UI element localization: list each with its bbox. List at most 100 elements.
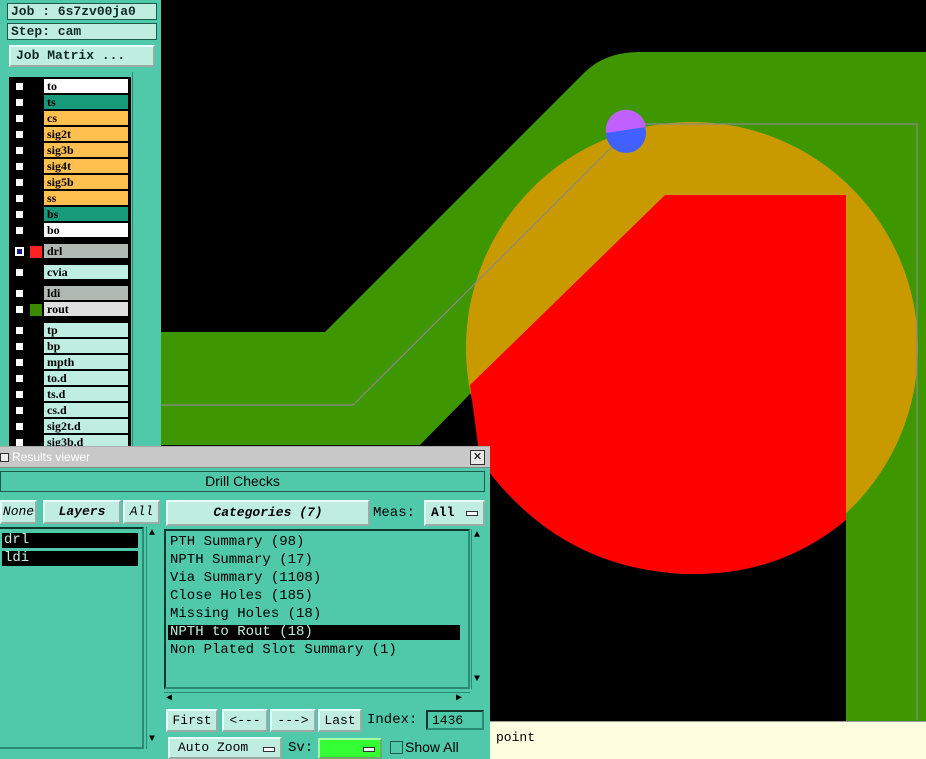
last-button[interactable]: Last	[318, 709, 362, 732]
layer-checkbox[interactable]	[15, 178, 24, 187]
layer-checkbox[interactable]	[15, 98, 24, 107]
layer-name[interactable]: drl	[44, 244, 128, 258]
layer-name[interactable]: mpth	[44, 355, 128, 369]
previous-button[interactable]: <---	[222, 709, 268, 732]
layer-name[interactable]: bo	[44, 223, 128, 237]
auto-zoom-dropdown[interactable]: Auto Zoom	[168, 737, 282, 759]
layer-checkbox[interactable]	[15, 114, 24, 123]
layer-name[interactable]: sig2t	[44, 127, 128, 141]
layer-checkbox[interactable]	[15, 422, 24, 431]
show-all-checkbox[interactable]	[390, 741, 403, 754]
category-item[interactable]: Via Summary (1108)	[168, 571, 321, 586]
categories-hscrollbar[interactable]: ◀ ▶	[164, 692, 470, 705]
close-icon[interactable]: ✕	[470, 450, 485, 465]
layer-checkbox[interactable]	[15, 194, 24, 203]
layer-name[interactable]: rout	[44, 302, 128, 316]
layer-list-scrollbar[interactable]	[132, 72, 158, 446]
list-item[interactable]: ldi	[2, 551, 138, 566]
layer-checkbox[interactable]	[15, 406, 24, 415]
layer-checkbox[interactable]	[15, 268, 24, 277]
layer-row-to[interactable]: to	[9, 79, 131, 94]
none-button[interactable]: None	[0, 500, 37, 524]
category-item[interactable]: Missing Holes (18)	[168, 607, 321, 622]
first-button[interactable]: First	[166, 709, 218, 732]
layer-row-cs[interactable]: cs	[9, 111, 131, 126]
scroll-left-icon[interactable]: ◀	[166, 694, 172, 704]
categories-vscrollbar[interactable]: ▲ ▼	[471, 529, 486, 689]
layer-row-ss[interactable]: ss	[9, 191, 131, 206]
layer-name[interactable]: bs	[44, 207, 128, 221]
layer-name[interactable]: sig3b	[44, 143, 128, 157]
layer-row-sig2t-d[interactable]: sig2t.d	[9, 419, 131, 434]
next-button[interactable]: --->	[270, 709, 316, 732]
layer-row-sig5b[interactable]: sig5b	[9, 175, 131, 190]
layer-row-bp[interactable]: bp	[9, 339, 131, 354]
meas-dropdown[interactable]: All	[424, 500, 485, 526]
category-item[interactable]: Non Plated Slot Summary (1)	[168, 643, 397, 658]
layer-checkbox[interactable]	[15, 305, 24, 314]
index-input[interactable]	[426, 710, 484, 730]
category-item[interactable]: Close Holes (185)	[168, 589, 313, 604]
layer-checkbox[interactable]	[15, 247, 24, 256]
all-layers-button[interactable]: All	[123, 500, 160, 524]
layer-checkbox[interactable]	[15, 210, 24, 219]
list-item[interactable]: drl	[2, 533, 138, 548]
layer-checkbox[interactable]	[15, 146, 24, 155]
layer-name[interactable]: sig5b	[44, 175, 128, 189]
layer-checkbox[interactable]	[15, 358, 24, 367]
layer-row-mpth[interactable]: mpth	[9, 355, 131, 370]
window-menu-icon[interactable]	[0, 453, 9, 462]
layer-row-sig2t[interactable]: sig2t	[9, 127, 131, 142]
layer-row-sig4t[interactable]: sig4t	[9, 159, 131, 174]
layer-row-cvia[interactable]: cvia	[9, 265, 131, 280]
layer-name[interactable]: ts.d	[44, 387, 128, 401]
layer-name[interactable]: tp	[44, 323, 128, 337]
scroll-down-icon[interactable]: ▼	[474, 675, 480, 685]
layer-checkbox[interactable]	[15, 390, 24, 399]
layer-row-drl[interactable]: drl	[9, 244, 131, 259]
sv-color-dropdown[interactable]	[318, 738, 382, 759]
layer-name[interactable]: ldi	[44, 286, 128, 300]
layer-row-bs[interactable]: bs	[9, 207, 131, 222]
layer-name[interactable]: cs	[44, 111, 128, 125]
categories-button[interactable]: Categories (7)	[166, 500, 370, 526]
layer-checkbox[interactable]	[15, 226, 24, 235]
layer-name[interactable]: sig3b.d	[44, 435, 128, 446]
layer-name[interactable]: ts	[44, 95, 128, 109]
layer-name[interactable]: cs.d	[44, 403, 128, 417]
layer-checkbox[interactable]	[15, 82, 24, 91]
layer-row-sig3b-d[interactable]: sig3b.d	[9, 435, 131, 446]
layer-name[interactable]: to	[44, 79, 128, 93]
layer-checkbox[interactable]	[15, 438, 24, 446]
layer-row-sig3b[interactable]: sig3b	[9, 143, 131, 158]
layer-checkbox[interactable]	[15, 130, 24, 139]
layer-row-to-d[interactable]: to.d	[9, 371, 131, 386]
layer-name[interactable]: to.d	[44, 371, 128, 385]
scroll-up-icon[interactable]: ▲	[474, 531, 480, 541]
layer-list-vscrollbar[interactable]: ▲ ▼	[146, 527, 161, 749]
layer-row-tp[interactable]: tp	[9, 323, 131, 338]
results-viewer-titlebar[interactable]: Results viewer ✕	[0, 447, 490, 468]
layer-row-ts[interactable]: ts	[9, 95, 131, 110]
layer-row-ldi[interactable]: ldi	[9, 286, 131, 301]
layer-checkbox[interactable]	[15, 374, 24, 383]
layer-name[interactable]: sig4t	[44, 159, 128, 173]
category-item[interactable]: NPTH to Rout (18)	[168, 625, 460, 640]
job-matrix-button[interactable]: Job Matrix ...	[9, 45, 155, 67]
layer-name[interactable]: sig2t.d	[44, 419, 128, 433]
scroll-right-icon[interactable]: ▶	[456, 694, 462, 704]
category-item[interactable]: PTH Summary (98)	[168, 535, 304, 550]
layer-checkbox[interactable]	[15, 326, 24, 335]
layer-checkbox[interactable]	[15, 162, 24, 171]
layers-button[interactable]: Layers	[43, 500, 121, 524]
layer-row-bo[interactable]: bo	[9, 223, 131, 238]
layer-name[interactable]: bp	[44, 339, 128, 353]
layer-checkbox[interactable]	[15, 342, 24, 351]
layer-name[interactable]: ss	[44, 191, 128, 205]
layer-row-cs-d[interactable]: cs.d	[9, 403, 131, 418]
categories-list[interactable]: PTH Summary (98) NPTH Summary (17) Via Sum…	[164, 529, 470, 689]
layer-row-ts-d[interactable]: ts.d	[9, 387, 131, 402]
layer-checkbox[interactable]	[15, 289, 24, 298]
category-item[interactable]: NPTH Summary (17)	[168, 553, 313, 568]
layer-name[interactable]: cvia	[44, 265, 128, 279]
